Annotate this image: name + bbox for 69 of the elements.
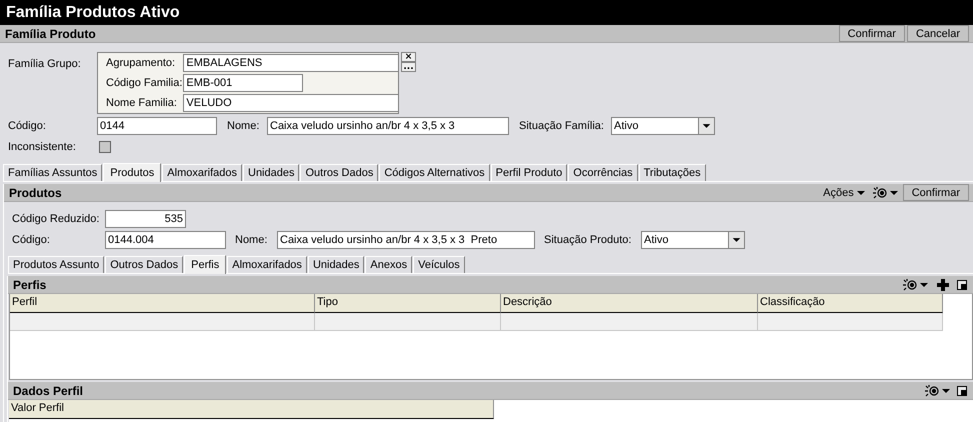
eye-icon [872,186,887,198]
restore-icon[interactable] [957,280,967,290]
column-header: Valor Perfil [9,400,494,419]
column-header: Descrição [501,294,758,313]
text-field[interactable]: EMBALAGENS [183,54,400,72]
field-label: Agrupamento: [106,57,176,69]
text-field[interactable]: VELUDO [183,94,400,112]
caret-icon [728,232,744,248]
tab[interactable]: Produtos [103,163,162,182]
tab[interactable]: Tributações [638,164,706,181]
caret-icon [942,388,950,394]
field-label: Código Familia: [106,77,182,89]
field-label: Código: [12,234,51,246]
field-label: Inconsistente: [8,141,77,153]
dropdown[interactable]: Ativo [641,231,745,249]
field-label: Situação Família: [519,120,605,132]
tab[interactable]: Perfis [184,255,226,274]
eye-icon [903,278,917,290]
field-label: Código Reduzido: [12,213,100,225]
caret-icon [698,118,714,134]
restore-icon[interactable] [957,386,967,396]
caret-icon [856,190,865,196]
tab[interactable]: Famílias Assuntos [3,164,102,181]
checkbox[interactable] [99,141,111,153]
panel-title: Perfis [13,278,48,292]
actions-menu[interactable]: Ações [820,184,868,200]
view-menu-button[interactable] [900,276,931,292]
field-label: Código: [8,120,47,132]
tab[interactable]: Veículos [413,256,465,273]
tab[interactable]: Produtos Assunto [8,256,104,273]
panel-title: Dados Perfil [13,384,84,398]
text-field[interactable]: 0144.004 [105,231,226,249]
clear-button[interactable]: × [401,52,416,62]
view-menu-button[interactable] [922,382,953,398]
text-field[interactable]: Caixa veludo ursinho an/br 4 x 3,5 x 3 [267,117,509,135]
tab[interactable]: Outros Dados [105,256,184,273]
tab[interactable]: Perfil Produto [490,164,568,181]
field-label: Nome: [235,234,268,246]
action-button[interactable]: Confirmar [902,184,969,201]
field-label: Nome: [227,120,260,132]
panel-title: Família Produto [5,26,97,40]
field-label: Família Grupo: [8,58,82,70]
field-label: Situação Produto: [544,234,632,246]
column-header: Perfil [10,294,315,313]
window-title: Família Produtos Ativo [6,3,181,22]
caret-icon [920,282,928,288]
tab[interactable]: Unidades [243,164,300,181]
text-field[interactable]: EMB-001 [183,74,304,92]
action-button[interactable]: Confirmar [838,25,905,42]
tab[interactable]: Unidades [308,256,364,273]
text-field[interactable]: 0144 [97,117,217,135]
tab[interactable]: Almoxarifados [162,164,242,181]
column-header: Classificação [758,294,943,313]
action-button[interactable]: Cancelar [906,25,969,42]
field-label: Nome Familia: [106,97,178,109]
tab[interactable]: Outros Dados [300,164,378,181]
text-field[interactable]: Caixa veludo ursinho an/br 4 x 3,5 x 3 Preto [277,231,535,249]
panel-title: Produtos [9,186,63,200]
tab[interactable]: Anexos [365,256,412,273]
lookup-button[interactable]: ... [401,62,416,72]
text-field[interactable]: 535 [105,210,186,228]
column-header: Tipo [315,294,501,313]
tab[interactable]: Códigos Alternativos [379,164,490,181]
tab[interactable]: Almoxarifados [227,256,307,273]
add-icon[interactable] [937,278,949,290]
tab[interactable]: Ocorrências [568,164,638,181]
caret-icon [890,190,898,196]
dropdown[interactable]: Ativo [611,117,715,135]
eye-icon [925,384,939,396]
